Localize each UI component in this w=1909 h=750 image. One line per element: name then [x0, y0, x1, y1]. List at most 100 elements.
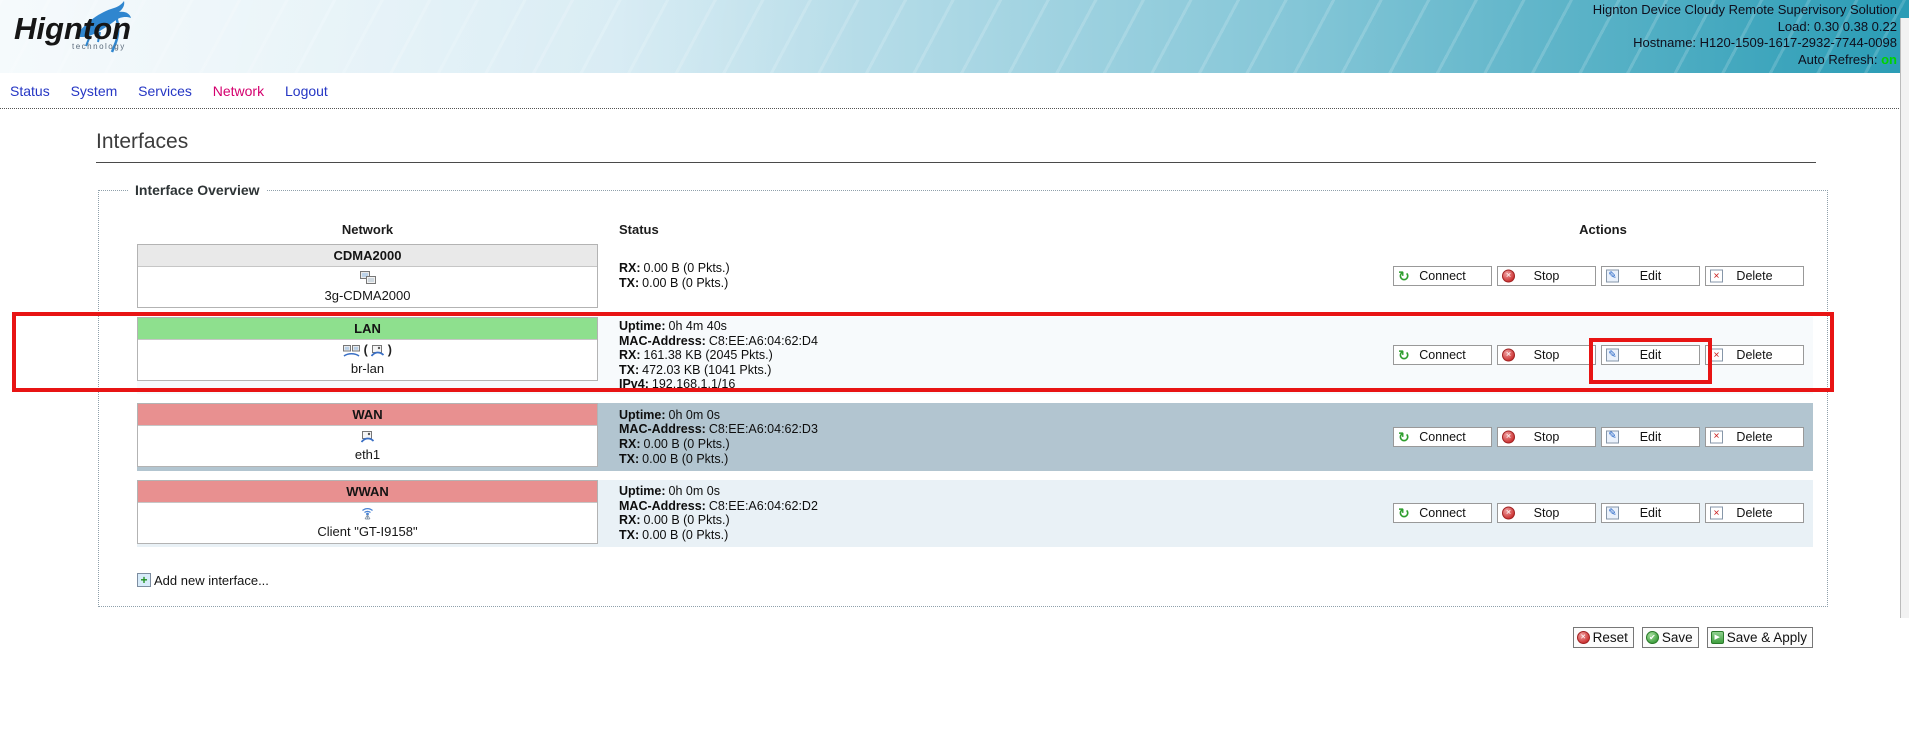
delete-button[interactable]: ✕Delete [1705, 266, 1804, 286]
interface-row-wan: WAN eth1 Uptime:0h 0m 0s MAC-Address:C8:… [137, 403, 1813, 471]
app-header: Hignton technology Hignton Device Cloudy… [0, 0, 1909, 73]
brand-subtitle: technology [72, 42, 214, 51]
connect-button[interactable]: ↻Connect [1393, 345, 1492, 365]
logo: Hignton technology [14, 3, 214, 51]
stop-icon: ✕ [1502, 349, 1515, 362]
header-info: Hignton Device Cloudy Remote Supervisory… [1593, 2, 1897, 68]
stop-button[interactable]: ✕Stop [1497, 266, 1596, 286]
interface-row-wwan: WWAN Client "GT-I9158" Uptime:0h 0m 0s M… [137, 480, 1813, 547]
connect-button[interactable]: ↻Connect [1393, 503, 1492, 523]
interface-table: Network Status Actions CDMA2000 3g-CDMA2… [137, 214, 1813, 547]
nav-item-network[interactable]: Network [213, 83, 264, 99]
connect-icon: ↻ [1398, 348, 1410, 362]
status-line: TX:472.03 KB (1041 Pkts.) [619, 363, 1393, 378]
status-cell: RX:0.00 B (0 Pkts.) TX:0.00 B (0 Pkts.) [619, 244, 1393, 308]
edit-button[interactable]: ✎Edit [1601, 266, 1700, 286]
status-cell: Uptime:0h 0m 0s MAC-Address:C8:EE:A6:04:… [619, 403, 1393, 471]
content: Interfaces Interface Overview Network St… [96, 130, 1816, 607]
stop-icon: ✕ [1502, 270, 1515, 283]
status-line: MAC-Address:C8:EE:A6:04:62:D4 [619, 334, 1393, 349]
nav-item-system[interactable]: System [71, 83, 118, 99]
status-cell: Uptime:0h 4m 40s MAC-Address:C8:EE:A6:04… [619, 317, 1393, 394]
connect-icon: ↻ [1398, 430, 1410, 444]
status-line: RX:0.00 B (0 Pkts.) [619, 513, 1393, 528]
status-line: MAC-Address:C8:EE:A6:04:62:D3 [619, 422, 1393, 437]
auto-refresh-state[interactable]: on [1881, 52, 1897, 67]
switch-icon [138, 267, 597, 287]
edit-icon: ✎ [1606, 430, 1619, 443]
edit-button[interactable]: ✎Edit [1601, 503, 1700, 523]
section-legend: Interface Overview [129, 182, 266, 198]
network-badge: WAN [138, 404, 597, 426]
footer-actions: ✕Reset ✔Save ▶Save & Apply [1573, 627, 1813, 648]
interface-row-lan: LAN ( ) br-lan Uptime:0h 4m 40s MAC-Addr… [137, 317, 1813, 394]
column-header-actions: Actions [1393, 222, 1813, 237]
delete-button[interactable]: ✕Delete [1705, 503, 1804, 523]
vertical-scrollbar[interactable] [1900, 18, 1909, 618]
status-line: TX:0.00 B (0 Pkts.) [619, 528, 1393, 543]
nav-item-logout[interactable]: Logout [285, 83, 328, 99]
device-name: eth1 [138, 446, 597, 466]
save-icon: ✔ [1646, 631, 1659, 644]
wifi-icon [138, 503, 597, 523]
connect-button[interactable]: ↻Connect [1393, 266, 1492, 286]
actions-cell: ↻Connect ✕Stop ✎Edit ✕Delete [1393, 345, 1813, 365]
add-page-icon: + [137, 573, 151, 587]
interface-overview-section: Interface Overview Network Status Action… [98, 182, 1828, 607]
actions-cell: ↻Connect ✕Stop ✎Edit ✕Delete [1393, 266, 1813, 286]
delete-button[interactable]: ✕Delete [1705, 345, 1804, 365]
save-apply-icon: ▶ [1711, 631, 1724, 644]
network-badge: CDMA2000 [138, 245, 597, 267]
stop-button[interactable]: ✕Stop [1497, 427, 1596, 447]
actions-cell: ↻Connect ✕Stop ✎Edit ✕Delete [1393, 503, 1813, 523]
delete-button[interactable]: ✕Delete [1705, 427, 1804, 447]
network-box-wwan: WWAN Client "GT-I9158" [137, 480, 598, 544]
page-title: Interfaces [96, 130, 1816, 163]
device-name: 3g-CDMA2000 [138, 287, 597, 307]
save-button[interactable]: ✔Save [1642, 627, 1699, 648]
actions-cell: ↻Connect ✕Stop ✎Edit ✕Delete [1393, 427, 1813, 447]
add-new-interface-link[interactable]: + Add new interface... [137, 573, 269, 588]
reset-icon: ✕ [1577, 631, 1590, 644]
product-name: Hignton Device Cloudy Remote Supervisory… [1593, 2, 1897, 19]
main-nav: Status System Services Network Logout [0, 73, 1909, 109]
network-box-cdma2000: CDMA2000 3g-CDMA2000 [137, 244, 598, 308]
reset-button[interactable]: ✕Reset [1573, 627, 1634, 648]
network-badge: WWAN [138, 481, 597, 503]
column-header-status: Status [619, 222, 1393, 237]
network-box-wan: WAN eth1 [137, 403, 598, 467]
status-line: TX:0.00 B (0 Pkts.) [619, 452, 1393, 467]
status-line: IPv4:192.168.1.1/16 [619, 377, 1393, 392]
status-line: Uptime:0h 0m 0s [619, 408, 1393, 423]
status-line: TX:0.00 B (0 Pkts.) [619, 276, 1393, 291]
nav-item-status[interactable]: Status [10, 83, 50, 99]
network-badge: LAN [138, 318, 597, 340]
delete-icon: ✕ [1710, 507, 1723, 520]
device-name: Client "GT-I9158" [138, 523, 597, 543]
status-cell: Uptime:0h 0m 0s MAC-Address:C8:EE:A6:04:… [619, 480, 1393, 547]
connect-button[interactable]: ↻Connect [1393, 427, 1492, 447]
status-line: RX:0.00 B (0 Pkts.) [619, 437, 1393, 452]
status-line: Uptime:0h 4m 40s [619, 319, 1393, 334]
status-line: Uptime:0h 0m 0s [619, 484, 1393, 499]
delete-icon: ✕ [1710, 430, 1723, 443]
ethernet-icon [138, 426, 597, 446]
connect-icon: ↻ [1398, 269, 1410, 283]
nav-item-services[interactable]: Services [138, 83, 192, 99]
edit-button[interactable]: ✎Edit [1601, 345, 1700, 365]
stop-button[interactable]: ✕Stop [1497, 345, 1596, 365]
delete-icon: ✕ [1710, 349, 1723, 362]
edit-button[interactable]: ✎Edit [1601, 427, 1700, 447]
device-name: br-lan [138, 360, 597, 380]
interface-row-cdma2000: CDMA2000 3g-CDMA2000 RX:0.00 B (0 Pkts.)… [137, 244, 1813, 308]
stop-icon: ✕ [1502, 430, 1515, 443]
connect-icon: ↻ [1398, 506, 1410, 520]
stop-button[interactable]: ✕Stop [1497, 503, 1596, 523]
edit-icon: ✎ [1606, 349, 1619, 362]
bridge-icon: ( ) [138, 340, 597, 360]
load-line: Load: 0.30 0.38 0.22 [1593, 19, 1897, 36]
status-line: MAC-Address:C8:EE:A6:04:62:D2 [619, 499, 1393, 514]
save-apply-button[interactable]: ▶Save & Apply [1707, 627, 1813, 648]
table-header-row: Network Status Actions [137, 214, 1813, 244]
edit-icon: ✎ [1606, 507, 1619, 520]
